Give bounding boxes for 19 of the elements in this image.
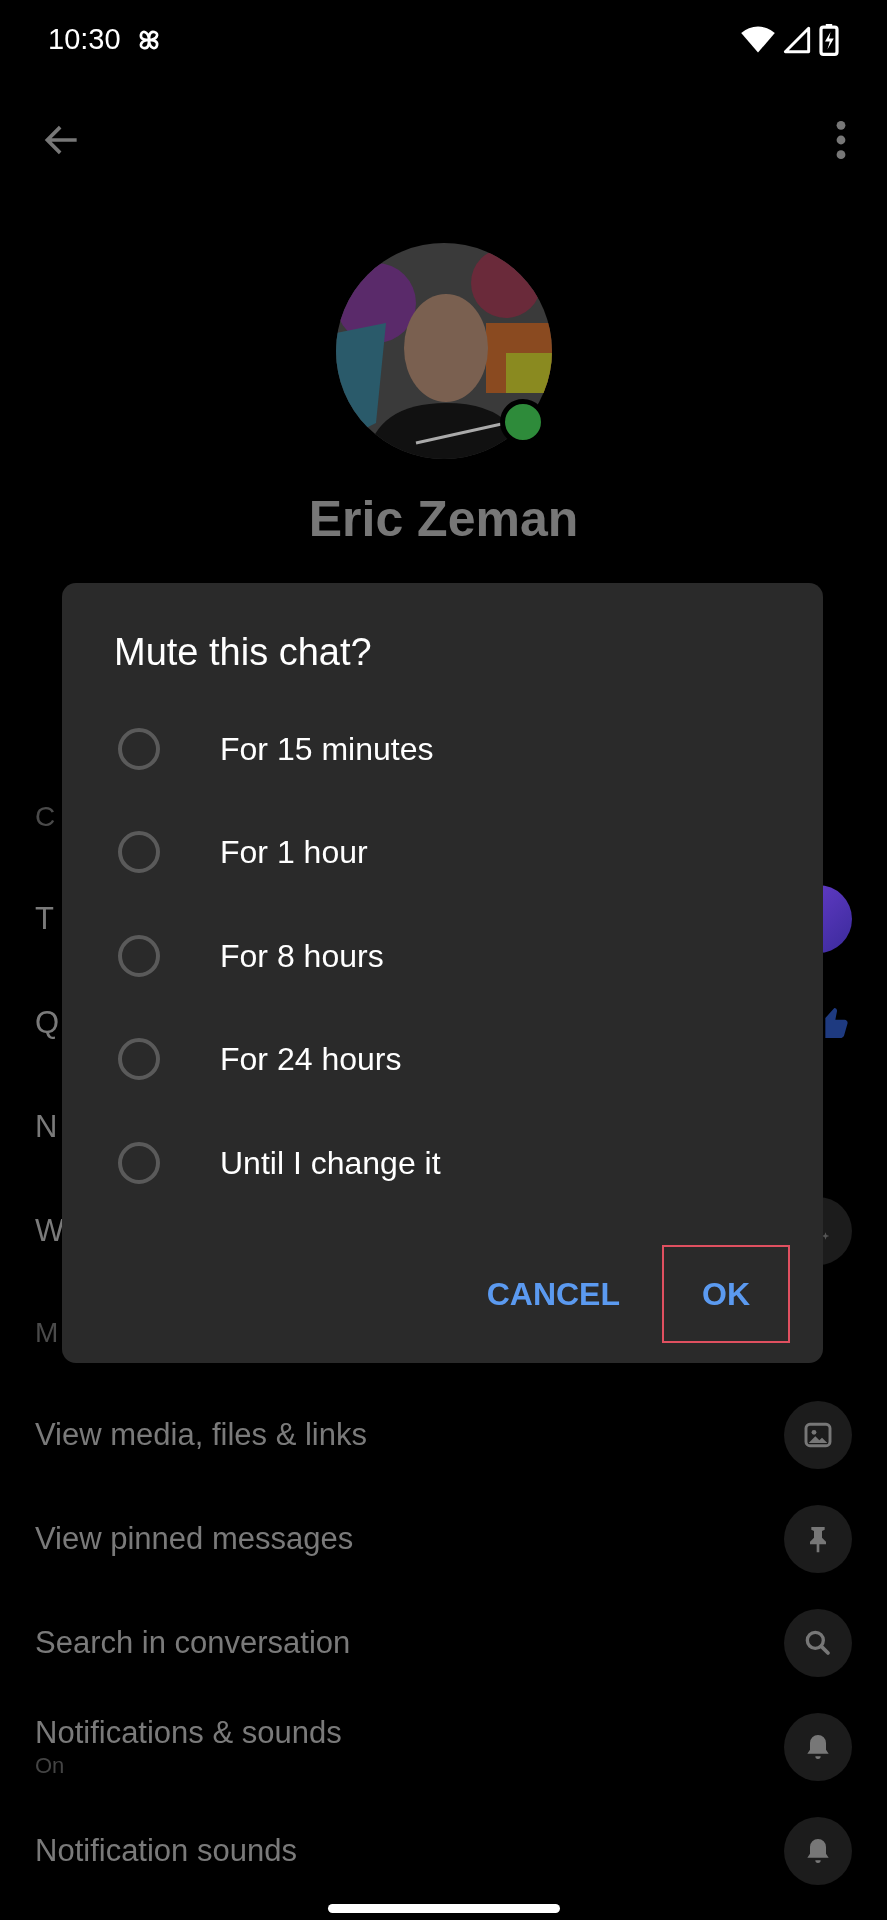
- row-label: Notifications & sounds: [35, 1714, 342, 1752]
- row-subtitle: On: [35, 1752, 66, 1780]
- section-header: M: [35, 1316, 59, 1350]
- option-label: For 24 hours: [220, 1040, 402, 1080]
- status-time: 10:30: [48, 22, 121, 58]
- option-label: For 8 hours: [220, 936, 384, 976]
- option-label: Until I change it: [220, 1143, 441, 1183]
- profile-name: Eric Zeman: [307, 490, 580, 549]
- row-label: View pinned messages: [35, 1520, 354, 1558]
- row-label: W: [35, 1212, 65, 1250]
- row-label: Search in conversation: [35, 1624, 351, 1662]
- row-label: T: [35, 900, 54, 938]
- option-label: For 15 minutes: [220, 729, 434, 769]
- row-label: View media, files & links: [35, 1416, 367, 1454]
- section-header: C: [35, 800, 56, 834]
- row-label: Q: [35, 1004, 60, 1042]
- option-label: For 1 hour: [220, 833, 368, 873]
- row-label: Notification sounds: [35, 1832, 297, 1870]
- dialog-title: Mute this chat?: [113, 630, 373, 675]
